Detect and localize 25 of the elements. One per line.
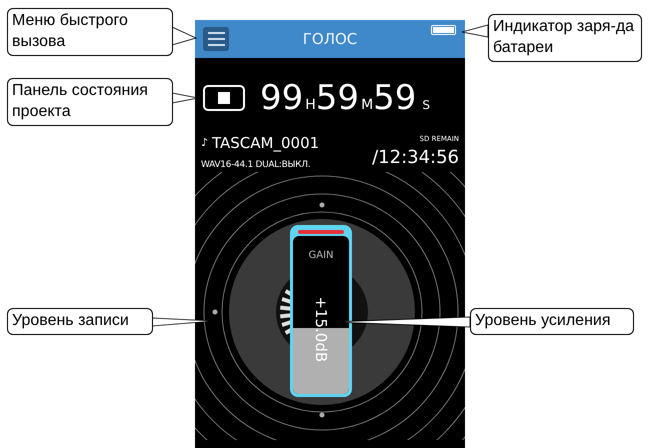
gain-label: GAIN xyxy=(308,249,334,264)
hours-unit: H xyxy=(305,96,316,114)
leader-line xyxy=(172,26,198,46)
callout-label: Меню быстрого вызова xyxy=(7,8,173,56)
remain-time: /12:34:56 xyxy=(372,146,459,169)
minutes-value: 59 xyxy=(316,80,360,114)
callout-label: Индикатор заря-да батареи xyxy=(488,14,642,62)
file-name: TASCAM_0001 xyxy=(212,134,320,153)
minutes-unit: M xyxy=(361,96,374,114)
seconds-unit: S xyxy=(422,96,430,114)
hours-value: 99 xyxy=(260,80,304,114)
note-symbol: ♪ xyxy=(201,135,208,152)
menu-button[interactable] xyxy=(203,27,229,51)
gain-slider[interactable]: GAIN +15.0dB xyxy=(290,225,352,398)
stop-icon xyxy=(203,85,245,111)
seconds-value: 59 xyxy=(373,80,416,114)
gain-indicator xyxy=(298,230,344,234)
gain-value: +15.0dB xyxy=(311,296,332,362)
file-format: WAV16-44.1 DUAL:ВЫКЛ. xyxy=(201,158,312,172)
screen-title: ГОЛОС xyxy=(302,28,358,50)
callout-label: Уровень записи xyxy=(7,308,153,335)
battery-icon xyxy=(431,25,457,35)
callout-label: Панель состояния проекта xyxy=(7,78,173,126)
callout-label: Уровень усиления xyxy=(470,308,634,335)
leader-line xyxy=(462,24,488,38)
